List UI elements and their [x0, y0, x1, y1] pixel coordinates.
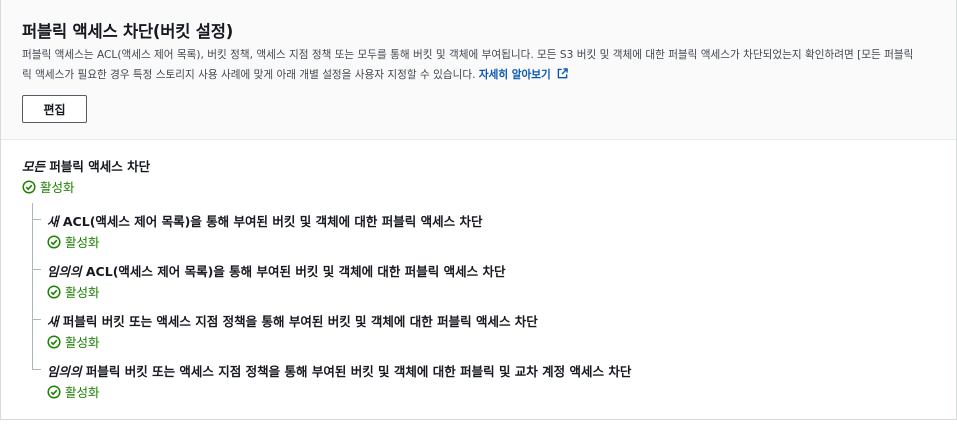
tree-branch: [32, 269, 41, 270]
setting-text: 퍼블릭 버킷 또는 액세스 지점 정책을 통해 부여된 버킷 및 객체에 대한 …: [85, 364, 632, 379]
setting-new-policy-status: 활성화: [47, 332, 100, 351]
check-circle-icon: [47, 234, 61, 249]
check-circle-icon: [47, 384, 61, 399]
block-all-prefix: 모든: [22, 159, 46, 174]
panel-header: 퍼블릭 액세스 차단(버킷 설정) 퍼블릭 액세스는 ACL(액세스 제어 목록…: [1, 0, 956, 140]
status-text: 활성화: [65, 335, 100, 350]
setting-prefix: 새: [47, 314, 59, 329]
setting-new-acl-label: 새 ACL(액세스 제어 목록)을 통해 부여된 버킷 및 객체에 대한 퍼블릭…: [47, 211, 483, 230]
description-line-1: 퍼블릭 액세스는 ACL(액세스 제어 목록), 버킷 정책, 액세스 지점 정…: [22, 49, 914, 61]
setting-prefix: 임의의: [47, 264, 82, 279]
setting-text: ACL(액세스 제어 목록)을 통해 부여된 버킷 및 객체에 대한 퍼블릭 액…: [62, 214, 483, 229]
learn-more-label[interactable]: 자세히 알아보기: [479, 69, 551, 81]
status-text: 활성화: [65, 285, 100, 300]
block-public-access-panel: 퍼블릭 액세스 차단(버킷 설정) 퍼블릭 액세스는 ACL(액세스 제어 목록…: [0, 0, 957, 420]
setting-text: ACL(액세스 제어 목록)을 통해 부여된 버킷 및 객체에 대한 퍼블릭 액…: [85, 264, 506, 279]
status-text: 활성화: [40, 180, 75, 195]
status-text: 활성화: [65, 385, 100, 400]
panel-description: 퍼블릭 액세스는 ACL(액세스 제어 목록), 버킷 정책, 액세스 지점 정…: [22, 45, 957, 85]
block-all-status: 활성화: [22, 177, 75, 196]
setting-any-policy-label: 임의의 퍼블릭 버킷 또는 액세스 지점 정책을 통해 부여된 버킷 및 객체에…: [47, 361, 631, 380]
panel-title: 퍼블릭 액세스 차단(버킷 설정): [22, 22, 234, 41]
block-all-text: 퍼블릭 액세스 차단: [49, 159, 151, 174]
setting-prefix: 임의의: [47, 364, 82, 379]
description-line-2: 릭 액세스가 필요한 경우 특정 스토리지 사용 사례에 맞게 아래 개별 설정…: [22, 65, 957, 85]
tree-branch: [32, 369, 41, 370]
check-circle-icon: [47, 334, 61, 349]
edit-button[interactable]: 편집: [22, 95, 87, 123]
check-circle-icon: [47, 284, 61, 299]
tree-branch: [32, 319, 41, 320]
setting-text: 퍼블릭 버킷 또는 액세스 지점 정책을 통해 부여된 버킷 및 객체에 대한 …: [62, 314, 538, 329]
setting-any-acl-label: 임의의 ACL(액세스 제어 목록)을 통해 부여된 버킷 및 객체에 대한 퍼…: [47, 261, 506, 280]
block-all-label: 모든 퍼블릭 액세스 차단: [22, 156, 150, 175]
setting-new-acl-status: 활성화: [47, 232, 100, 251]
setting-prefix: 새: [47, 214, 59, 229]
setting-any-policy-status: 활성화: [47, 382, 100, 401]
tree-line: [32, 203, 33, 369]
status-text: 활성화: [65, 235, 100, 250]
setting-any-acl-status: 활성화: [47, 282, 100, 301]
learn-more-link[interactable]: 자세히 알아보기: [479, 68, 568, 81]
check-circle-icon: [22, 179, 36, 194]
tree-branch: [32, 219, 41, 220]
external-link-icon[interactable]: [557, 68, 568, 79]
setting-new-policy-label: 새 퍼블릭 버킷 또는 액세스 지점 정책을 통해 부여된 버킷 및 객체에 대…: [47, 311, 538, 330]
description-line-2-text: 릭 액세스가 필요한 경우 특정 스토리지 사용 사례에 맞게 아래 개별 설정…: [22, 69, 476, 81]
